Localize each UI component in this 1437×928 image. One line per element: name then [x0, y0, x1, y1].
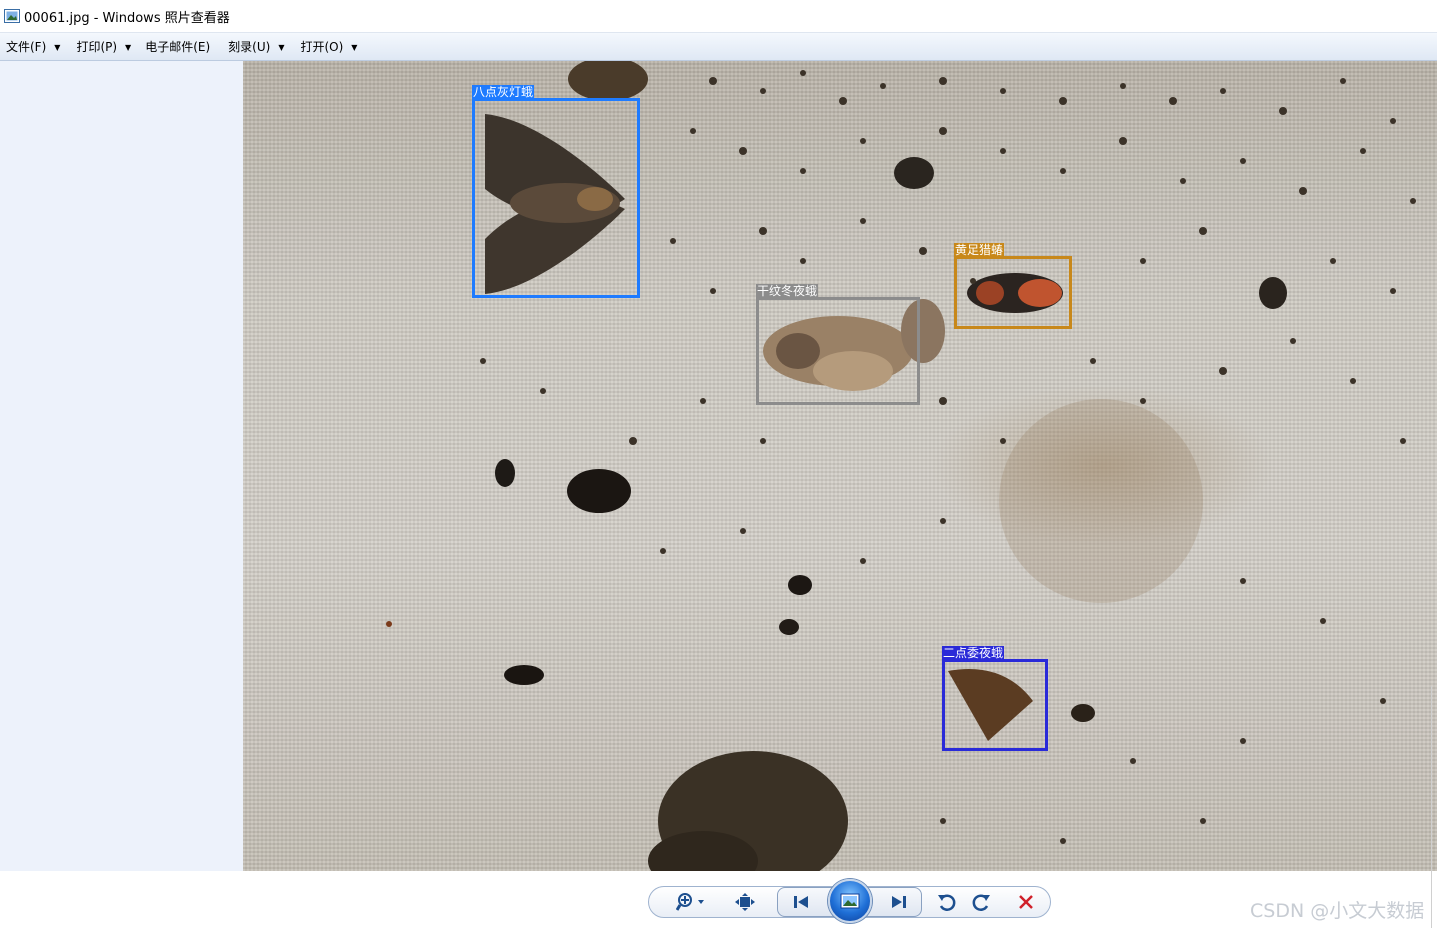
photo-image[interactable]: 八点灰灯蛾 干纹冬夜蛾 黄足猎蝽 二点委夜蛾: [243, 61, 1437, 871]
menu-email-label: 电子邮件(E): [145, 40, 211, 54]
rotate-counterclockwise-button[interactable]: [936, 892, 958, 912]
zoom-button[interactable]: [676, 892, 710, 912]
detection-box: [954, 256, 1072, 329]
delete-button[interactable]: [1016, 892, 1036, 912]
detection-label: 二点委夜蛾: [942, 646, 1005, 660]
slideshow-button[interactable]: [828, 879, 872, 923]
rotate-clockwise-icon: [972, 894, 990, 911]
bottom-toolbar: [0, 871, 1437, 928]
dropdown-arrow-icon: ▼: [54, 42, 61, 52]
slideshow-icon: [840, 893, 860, 909]
window-title: 00061.jpg - Windows 照片查看器: [24, 10, 230, 26]
menu-burn[interactable]: 刻录(U) ▼: [222, 33, 290, 60]
menu-file[interactable]: 文件(F) ▼: [0, 33, 66, 60]
menu-open-label: 打开(O): [300, 40, 344, 54]
detection-label: 八点灰灯蛾: [472, 85, 535, 99]
title-bar: 00061.jpg - Windows 照片查看器: [0, 0, 1437, 33]
previous-icon: [794, 896, 808, 908]
dropdown-arrow-icon: ▼: [125, 42, 132, 52]
rotate-clockwise-button[interactable]: [970, 892, 992, 912]
fit-to-window-icon: [735, 893, 755, 911]
insect-specimens: [386, 61, 1416, 871]
next-button[interactable]: [888, 892, 910, 912]
detection-box: [942, 659, 1048, 751]
menu-print-label: 打印(P): [76, 40, 118, 54]
detection-box: [472, 98, 640, 298]
zoom-icon: [676, 893, 704, 911]
dropdown-arrow-icon: ▼: [351, 42, 358, 52]
menu-bar: 文件(F) ▼ 打印(P) ▼ 电子邮件(E) 刻录(U) ▼ 打开(O) ▼: [0, 33, 1437, 61]
menu-open[interactable]: 打开(O) ▼: [294, 33, 363, 60]
fit-to-window-button[interactable]: [734, 892, 756, 912]
detection-label: 干纹冬夜蛾: [756, 284, 819, 298]
detection-label: 黄足猎蝽: [954, 243, 1005, 257]
scroll-edge: [1431, 686, 1437, 928]
next-icon: [892, 896, 906, 908]
rotate-counterclockwise-icon: [938, 894, 956, 911]
menu-email[interactable]: 电子邮件(E): [139, 33, 216, 60]
left-pane: [0, 61, 243, 871]
menu-file-label: 文件(F): [6, 40, 47, 54]
menu-burn-label: 刻录(U): [228, 40, 271, 54]
delete-icon: [1019, 895, 1033, 909]
menu-print[interactable]: 打印(P) ▼: [70, 33, 137, 60]
detection-box: [756, 297, 920, 405]
dropdown-arrow-icon: ▼: [278, 42, 285, 52]
previous-button[interactable]: [790, 892, 812, 912]
photo-viewer-icon: [4, 9, 20, 23]
watermark: CSDN @小文大数据: [1250, 900, 1425, 922]
